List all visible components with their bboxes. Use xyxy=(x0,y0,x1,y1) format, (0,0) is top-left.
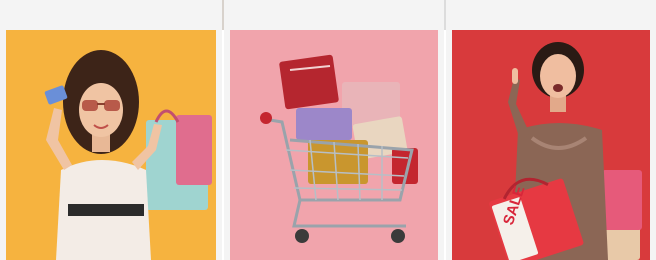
shopping-cart-gifts-image xyxy=(230,30,438,260)
card-image-1[interactable] xyxy=(6,30,216,260)
card-image-3[interactable]: SALE xyxy=(452,30,650,260)
card-image-2[interactable] xyxy=(230,30,438,260)
gallery-card-2[interactable] xyxy=(224,0,444,260)
product-gallery: SALE xyxy=(0,0,656,260)
woman-shopping-image xyxy=(6,30,216,260)
gallery-card-3[interactable]: SALE xyxy=(446,0,656,260)
gallery-card-1[interactable] xyxy=(0,0,222,260)
surprised-woman-sale-image xyxy=(452,30,650,260)
